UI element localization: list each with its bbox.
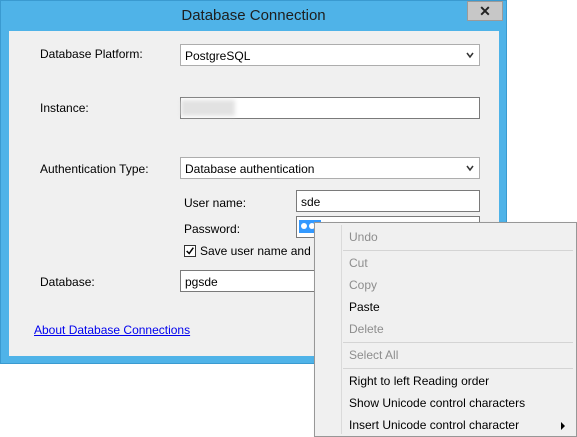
menu-item-show-unicode[interactable]: Show Unicode control characters — [349, 396, 525, 410]
redacted-instance-value — [181, 100, 235, 116]
database-label: Database: — [40, 275, 95, 289]
menu-separator — [343, 250, 573, 251]
username-input[interactable]: sde — [296, 190, 480, 212]
username-label: User name: — [184, 196, 247, 210]
database-value: pgsde — [185, 275, 218, 289]
instance-label: Instance: — [40, 101, 89, 115]
auth-type-dropdown[interactable]: Database authentication — [180, 157, 480, 179]
menu-gutter — [341, 225, 342, 434]
submenu-arrow-icon — [561, 422, 565, 430]
menu-item-copy[interactable]: Copy — [349, 278, 377, 292]
close-icon: ✕ — [479, 3, 491, 19]
password-label: Password: — [184, 222, 241, 236]
close-button[interactable]: ✕ — [467, 1, 503, 21]
platform-value: PostgreSQL — [185, 49, 251, 63]
title-bar[interactable]: Database Connection ✕ — [1, 1, 506, 31]
window-title: Database Connection — [181, 7, 326, 24]
menu-item-insert-unicode[interactable]: Insert Unicode control character — [349, 418, 519, 432]
auth-type-value: Database authentication — [185, 162, 315, 176]
about-connections-link[interactable]: About Database Connections — [34, 323, 190, 337]
menu-item-delete[interactable]: Delete — [349, 322, 384, 336]
menu-separator — [343, 342, 573, 343]
platform-label: Database Platform: — [40, 47, 143, 61]
menu-separator — [343, 368, 573, 369]
database-combo[interactable]: pgsde — [180, 270, 324, 292]
menu-item-paste[interactable]: Paste — [349, 300, 380, 314]
menu-item-rtl-reading[interactable]: Right to left Reading order — [349, 374, 489, 388]
username-value: sde — [301, 195, 321, 209]
platform-dropdown[interactable]: PostgreSQL — [180, 44, 480, 66]
menu-item-cut[interactable]: Cut — [349, 256, 368, 270]
context-menu: Undo Cut Copy Paste Delete Select All Ri… — [314, 222, 577, 437]
save-credentials-checkbox[interactable] — [184, 245, 196, 257]
chevron-down-icon — [466, 165, 474, 172]
menu-item-undo[interactable]: Undo — [349, 230, 378, 244]
checkmark-icon — [186, 247, 194, 255]
menu-item-select-all[interactable]: Select All — [349, 348, 398, 362]
chevron-down-icon — [466, 52, 474, 59]
instance-input[interactable] — [180, 97, 480, 119]
auth-type-label: Authentication Type: — [40, 162, 149, 176]
